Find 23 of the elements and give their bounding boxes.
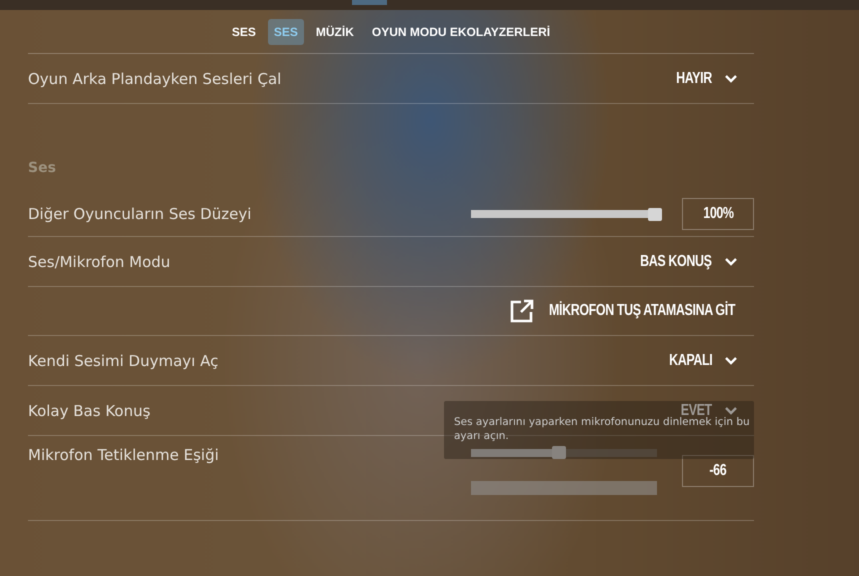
tab[interactable]: MÜZİK <box>310 18 360 44</box>
dropdown[interactable]: HAYIR <box>666 70 754 88</box>
section-title: Ses <box>28 160 57 178</box>
setting-label: Kolay Bas Konuş <box>28 402 150 420</box>
chevron-down-icon <box>724 257 738 266</box>
setting-label: Kendi Sesimi Duymayı Aç <box>28 352 218 370</box>
tab-highlight <box>352 0 387 5</box>
setting-label: Ses/Mikrofon Modu <box>28 252 170 270</box>
tab[interactable]: OYUN MODU EKOLAYZERLERİ <box>366 18 556 44</box>
setting-label: Oyun Arka Plandayken Sesleri Çal <box>28 70 282 88</box>
tab[interactable]: SES <box>226 18 262 44</box>
chevron-down-icon <box>724 406 738 415</box>
chevron-down-icon <box>724 356 738 365</box>
setting-label: Diğer Oyuncuların Ses Düzeyi <box>28 205 252 223</box>
value-field[interactable]: -66 <box>682 454 754 486</box>
dropdown[interactable]: KAPALI <box>656 352 754 370</box>
slider[interactable] <box>471 208 664 220</box>
value-field[interactable]: 100% <box>682 198 754 230</box>
dropdown[interactable]: BAS KONUŞ <box>620 252 754 270</box>
link[interactable]: MİKROFON TUŞ ATAMASINA GİT <box>509 298 754 324</box>
chevron-down-icon <box>724 74 738 83</box>
external-link-icon <box>509 298 536 324</box>
setting-label: Mikrofon Tetiklenme Eşiği <box>28 446 219 464</box>
